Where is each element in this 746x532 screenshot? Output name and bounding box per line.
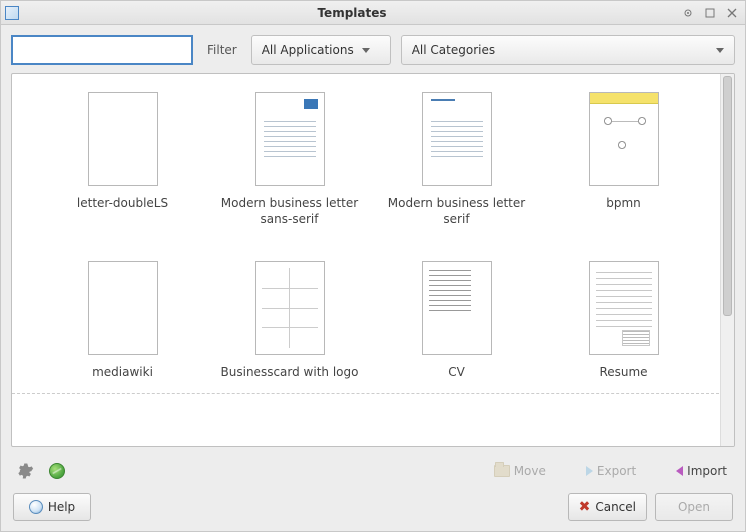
template-thumbnail <box>422 92 492 186</box>
chevron-down-icon <box>362 48 370 53</box>
window-icon <box>5 6 19 20</box>
template-thumbnail <box>422 261 492 355</box>
template-item[interactable]: bpmn <box>545 92 702 227</box>
template-thumbnail <box>88 261 158 355</box>
template-name: Modern business letter serif <box>382 196 532 227</box>
open-button: Open <box>655 493 733 521</box>
template-thumbnail <box>88 92 158 186</box>
template-item[interactable]: CV <box>378 261 535 381</box>
minimize-icon[interactable] <box>679 5 697 21</box>
template-item[interactable]: mediawiki <box>44 261 201 381</box>
template-name: bpmn <box>606 196 641 212</box>
template-name: Resume <box>599 365 647 381</box>
open-label: Open <box>678 500 710 514</box>
close-icon[interactable] <box>723 5 741 21</box>
separator <box>12 393 734 394</box>
scrollbar[interactable] <box>720 74 734 446</box>
template-thumbnail <box>589 261 659 355</box>
globe-icon <box>49 463 65 479</box>
browse-online-button[interactable] <box>45 459 69 483</box>
move-button: Move <box>488 459 552 483</box>
search-input[interactable] <box>11 35 193 65</box>
cancel-icon: ✖ <box>579 500 591 514</box>
export-button: Export <box>580 459 642 483</box>
import-arrow-icon <box>676 466 683 476</box>
scrollbar-thumb[interactable] <box>723 76 732 316</box>
categories-dropdown[interactable]: All Categories <box>401 35 735 65</box>
action-toolbar: Move Export Import <box>1 453 745 487</box>
template-thumbnail <box>255 261 325 355</box>
template-name: Modern business letter sans-serif <box>215 196 365 227</box>
cancel-button[interactable]: ✖ Cancel <box>568 493 647 521</box>
help-label: Help <box>48 500 75 514</box>
help-icon <box>29 500 43 514</box>
template-item[interactable]: Businesscard with logo <box>211 261 368 381</box>
categories-dropdown-label: All Categories <box>412 43 495 57</box>
template-name: Businesscard with logo <box>221 365 359 381</box>
export-label: Export <box>597 464 636 478</box>
help-button[interactable]: Help <box>13 493 91 521</box>
settings-button[interactable] <box>13 459 37 483</box>
applications-dropdown[interactable]: All Applications <box>251 35 391 65</box>
titlebar: Templates <box>1 1 745 25</box>
template-name: letter-doubleLS <box>77 196 168 212</box>
filter-label: Filter <box>203 43 241 57</box>
template-list: letter-doubleLS Modern business letter s… <box>11 73 735 447</box>
template-name: mediawiki <box>92 365 153 381</box>
dialog-buttons: Help ✖ Cancel Open <box>1 487 745 531</box>
move-label: Move <box>514 464 546 478</box>
template-item[interactable]: Modern business letter sans-serif <box>211 92 368 227</box>
cancel-label: Cancel <box>595 500 636 514</box>
folder-icon <box>494 465 510 477</box>
template-item[interactable]: Resume <box>545 261 702 381</box>
window-title: Templates <box>25 6 679 20</box>
gear-icon <box>16 462 34 480</box>
template-item[interactable]: Modern business letter serif <box>378 92 535 227</box>
chevron-down-icon <box>716 48 724 53</box>
template-name: CV <box>448 365 465 381</box>
template-thumbnail <box>255 92 325 186</box>
template-grid: letter-doubleLS Modern business letter s… <box>12 74 720 389</box>
filter-bar: Filter All Applications All Categories <box>1 25 745 73</box>
template-item[interactable]: letter-doubleLS <box>44 92 201 227</box>
template-thumbnail <box>589 92 659 186</box>
import-label: Import <box>687 464 727 478</box>
window-controls <box>679 5 741 21</box>
export-arrow-icon <box>586 466 593 476</box>
import-button[interactable]: Import <box>670 459 733 483</box>
templates-dialog: Templates Filter All Applications All Ca… <box>0 0 746 532</box>
maximize-icon[interactable] <box>701 5 719 21</box>
applications-dropdown-label: All Applications <box>262 43 354 57</box>
